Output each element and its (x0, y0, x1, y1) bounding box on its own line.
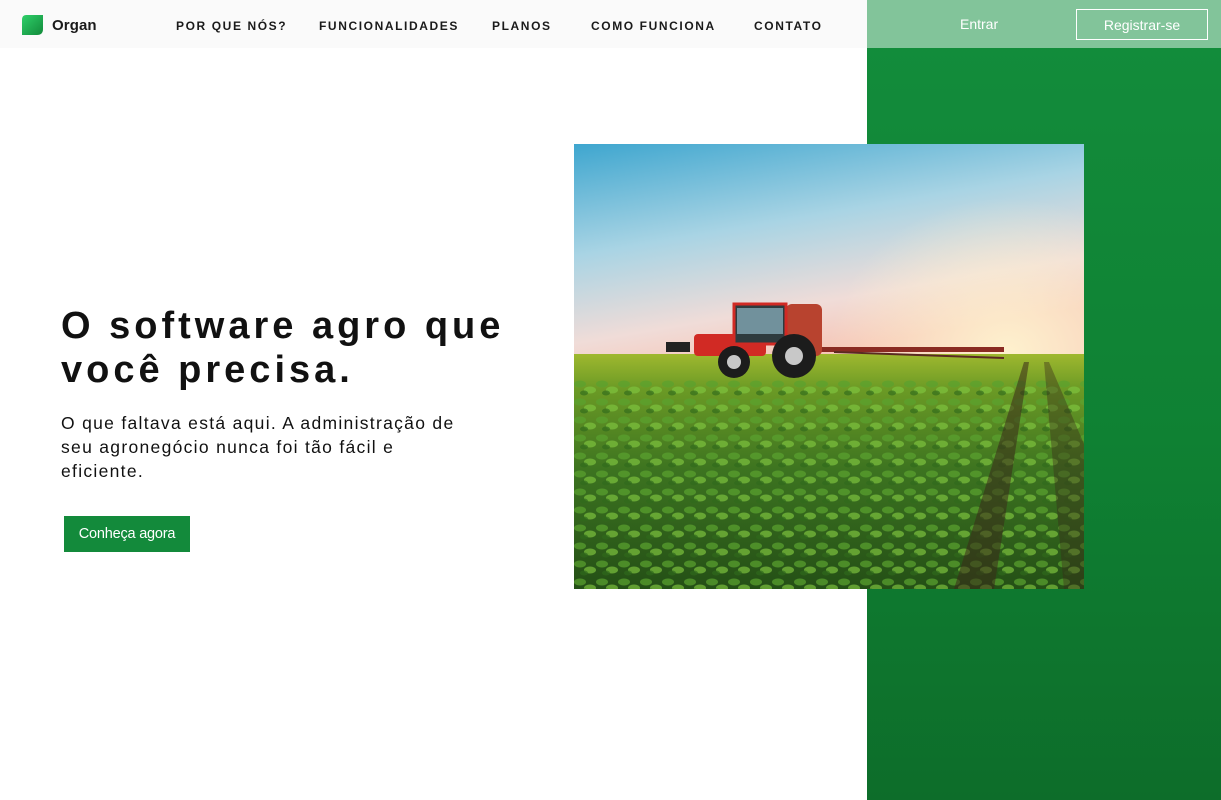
hero-subtitle: O que faltava está aqui. A administração… (61, 411, 481, 483)
hero-title-line-1: O software agro que (61, 305, 505, 347)
register-button[interactable]: Registrar-se (1076, 9, 1208, 40)
nav-item-por-que-nos[interactable]: POR QUE NÓS? (176, 19, 287, 33)
hero-image-tractor-field (574, 144, 1084, 589)
hero-subtitle-line-3: eficiente. (61, 461, 145, 481)
nav-item-planos[interactable]: PLANOS (492, 19, 552, 33)
nav-item-funcionalidades[interactable]: FUNCIONALIDADES (319, 19, 459, 33)
nav-item-contato[interactable]: CONTATO (754, 19, 823, 33)
hero-title-line-2: você precisa. (61, 349, 354, 391)
brand-name[interactable]: Organ (52, 17, 97, 34)
cta-button-label: Conheça agora (78, 526, 176, 542)
nav-item-como-funciona[interactable]: COMO FUNCIONA (591, 19, 716, 33)
register-button-label: Registrar-se (1103, 16, 1181, 33)
hero-title: O software agro que você precisa. (61, 304, 531, 392)
top-navigation-bar: Organ POR QUE NÓS? FUNCIONALIDADES PLANO… (0, 0, 867, 48)
tractor-field-illustration (574, 144, 1084, 589)
cta-button[interactable]: Conheça agora (64, 516, 190, 552)
login-link[interactable]: Entrar (960, 16, 998, 32)
hero-subtitle-line-1: O que faltava está aqui. A administração… (61, 413, 455, 433)
hero-subtitle-line-2: seu agronegócio nunca foi tão fácil e (61, 437, 395, 457)
leaf-logo-icon[interactable] (22, 15, 43, 35)
